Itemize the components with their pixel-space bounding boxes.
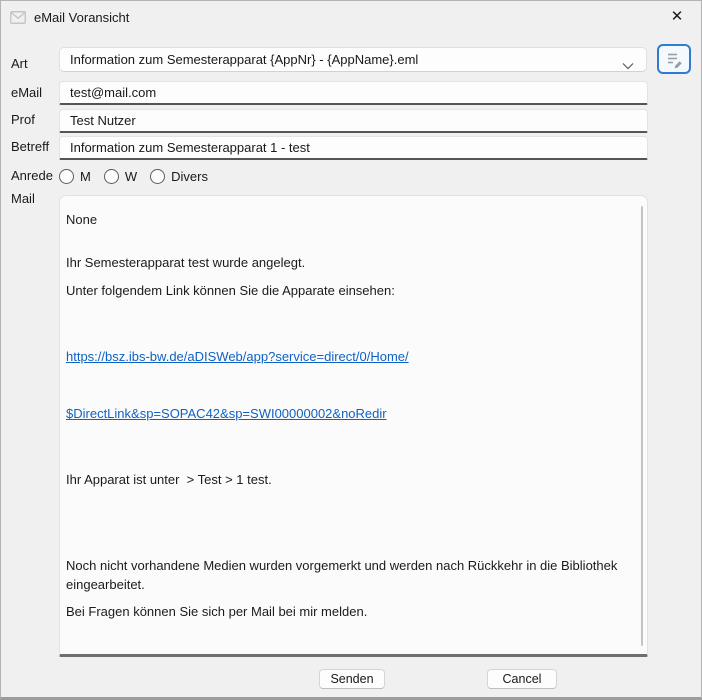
mail-signature-separator: -- bbox=[66, 645, 631, 657]
prof-label: Prof bbox=[11, 112, 35, 127]
prof-input[interactable] bbox=[59, 109, 648, 133]
mail-paragraph: Ihr Semesterapparat test wurde angelegt. bbox=[66, 253, 631, 272]
envelope-icon bbox=[10, 11, 26, 24]
send-button[interactable]: Senden bbox=[319, 669, 385, 689]
anrede-option-w-label: W bbox=[125, 169, 137, 184]
mail-paragraph: Unter folgendem Link können Sie die Appa… bbox=[66, 281, 631, 300]
betreff-label: Betreff bbox=[11, 139, 49, 154]
edit-template-button[interactable] bbox=[657, 44, 691, 74]
email-input[interactable] bbox=[59, 81, 648, 105]
mail-paragraph: Noch nicht vorhandene Medien wurden vorg… bbox=[66, 556, 631, 594]
window-title: eMail Voransicht bbox=[34, 10, 129, 25]
mail-link-paragraph: https://bsz.ibs-bw.de/aDISWeb/app?servic… bbox=[66, 309, 631, 461]
anrede-option-m[interactable]: M bbox=[59, 169, 91, 184]
art-combobox-value: Information zum Semesterapparat {AppNr} … bbox=[70, 52, 418, 67]
anrede-option-m-label: M bbox=[80, 169, 91, 184]
anrede-option-divers[interactable]: Divers bbox=[150, 169, 208, 184]
mail-paragraph: Ihr Apparat ist unter > Test > 1 test. bbox=[66, 470, 631, 489]
apparat-link-line2[interactable]: $DirectLink&sp=SOPAC42&sp=SWI00000002&no… bbox=[66, 404, 631, 423]
email-label: eMail bbox=[11, 85, 42, 100]
titlebar: eMail Voransicht ✕ bbox=[1, 1, 701, 33]
anrede-option-w[interactable]: W bbox=[104, 169, 137, 184]
close-button[interactable]: ✕ bbox=[655, 1, 699, 32]
apparat-link-line1[interactable]: https://bsz.ibs-bw.de/aDISWeb/app?servic… bbox=[66, 347, 631, 366]
edit-list-icon bbox=[664, 49, 684, 69]
cancel-button[interactable]: Cancel bbox=[487, 669, 557, 689]
mail-label: Mail bbox=[11, 191, 35, 206]
radio-icon[interactable] bbox=[104, 169, 119, 184]
anrede-label: Anrede bbox=[11, 168, 53, 183]
mail-paragraph: None bbox=[66, 210, 631, 229]
art-combobox[interactable]: Information zum Semesterapparat {AppNr} … bbox=[59, 47, 647, 72]
mail-paragraph: Bei Fragen können Sie sich per Mail bei … bbox=[66, 602, 631, 621]
mail-body-panel[interactable]: None Ihr Semesterapparat test wurde ange… bbox=[59, 195, 648, 657]
chevron-down-icon bbox=[622, 57, 634, 75]
betreff-input[interactable] bbox=[59, 136, 648, 160]
mail-scrollbar[interactable] bbox=[641, 206, 643, 646]
anrede-radio-row: M W Divers bbox=[59, 167, 221, 185]
radio-icon[interactable] bbox=[59, 169, 74, 184]
anrede-option-divers-label: Divers bbox=[171, 169, 208, 184]
email-preview-dialog: eMail Voransicht ✕ Art Information zum S… bbox=[0, 0, 702, 700]
art-label: Art bbox=[11, 56, 28, 71]
radio-icon[interactable] bbox=[150, 169, 165, 184]
